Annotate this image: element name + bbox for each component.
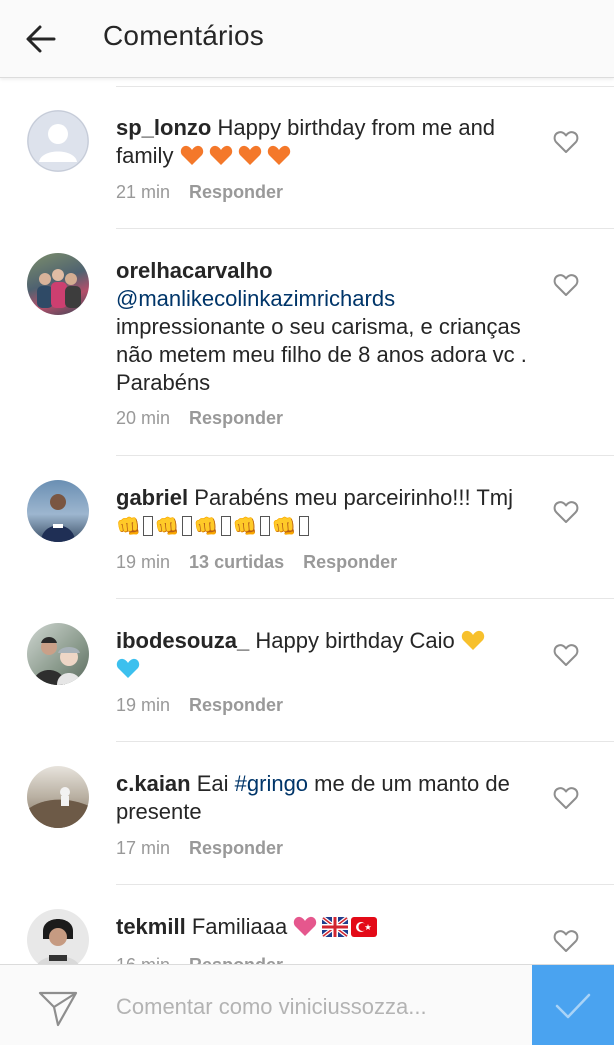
comment-time: 19 min bbox=[116, 695, 171, 715]
comment-input[interactable] bbox=[116, 987, 516, 1027]
comment-time: 21 min bbox=[116, 182, 171, 202]
mention-link[interactable]: @manlikecolinkazimrichards bbox=[116, 285, 536, 313]
blue-heart-emoji bbox=[116, 658, 140, 678]
orange-hearts-emoji bbox=[180, 143, 296, 168]
avatar[interactable] bbox=[27, 480, 89, 542]
comment-time: 17 min bbox=[116, 838, 171, 858]
avatar[interactable] bbox=[27, 110, 89, 172]
turkey-flag-emoji bbox=[351, 917, 378, 937]
pink-heart-emoji bbox=[294, 916, 317, 936]
avatar[interactable] bbox=[27, 623, 89, 685]
likes-count[interactable]: 13 curtidas bbox=[189, 552, 284, 572]
default-avatar-icon bbox=[27, 110, 89, 172]
direct-share-button[interactable] bbox=[38, 987, 78, 1027]
reply-button[interactable]: Responder bbox=[189, 695, 283, 715]
comment-composer bbox=[0, 964, 614, 1045]
fist-emoji-sequence: 👊 👊 👊 👊 👊 bbox=[116, 513, 311, 538]
comment-text: impressionante o seu carisma, e crianças… bbox=[116, 314, 527, 395]
comment-text: Parabéns meu parceirinho!!! Tmj bbox=[194, 485, 514, 510]
comment-text: Familiaaa bbox=[191, 914, 288, 939]
reply-button[interactable]: Responder bbox=[189, 838, 283, 858]
divider bbox=[116, 741, 614, 742]
comments-list[interactable]: sp_lonzo Happy birthday from me and fami… bbox=[0, 78, 614, 964]
reply-button[interactable]: Responder bbox=[189, 408, 283, 428]
reply-button[interactable]: Responder bbox=[189, 182, 283, 202]
comment-username[interactable]: ibodesouza_ bbox=[116, 628, 249, 653]
comment-time: 19 min bbox=[116, 552, 171, 572]
like-heart-icon[interactable] bbox=[553, 786, 579, 810]
comment-username[interactable]: tekmill bbox=[116, 914, 186, 939]
comment-username[interactable]: gabriel bbox=[116, 485, 188, 510]
comment-username[interactable]: c.kaian bbox=[116, 771, 191, 796]
avatar[interactable] bbox=[27, 253, 89, 315]
like-heart-icon[interactable] bbox=[553, 130, 579, 154]
checkmark-icon bbox=[555, 993, 591, 1018]
comment-username[interactable]: orelhacarvalho bbox=[116, 257, 536, 285]
comment-time: 16 min bbox=[116, 955, 170, 964]
divider bbox=[116, 884, 614, 885]
divider bbox=[116, 86, 614, 87]
back-button[interactable] bbox=[18, 16, 64, 62]
page-title: Comentários bbox=[103, 20, 264, 51]
post-comment-button[interactable] bbox=[532, 965, 614, 1045]
paper-plane-icon bbox=[38, 991, 78, 1027]
comment-username[interactable]: sp_lonzo bbox=[116, 115, 211, 140]
comment-time: 20 min bbox=[116, 408, 171, 428]
divider bbox=[116, 228, 614, 229]
like-heart-icon[interactable] bbox=[553, 929, 579, 953]
uk-flag-emoji bbox=[322, 917, 349, 937]
like-heart-icon[interactable] bbox=[553, 643, 579, 667]
like-heart-icon[interactable] bbox=[553, 273, 579, 297]
comment-text: Happy birthday Caio bbox=[255, 628, 455, 653]
reply-button[interactable]: Responder bbox=[303, 552, 397, 572]
avatar[interactable] bbox=[27, 909, 89, 964]
divider bbox=[116, 598, 614, 599]
like-heart-icon[interactable] bbox=[553, 500, 579, 524]
hashtag-link[interactable]: #gringo bbox=[235, 771, 308, 796]
comment-text-before: Eai bbox=[196, 771, 229, 796]
avatar[interactable] bbox=[27, 766, 89, 828]
top-bar: Comentários bbox=[0, 0, 614, 78]
reply-button[interactable]: Responder bbox=[189, 955, 283, 964]
yellow-heart-emoji bbox=[461, 630, 485, 650]
divider bbox=[116, 455, 614, 456]
arrow-left-icon bbox=[26, 25, 56, 53]
